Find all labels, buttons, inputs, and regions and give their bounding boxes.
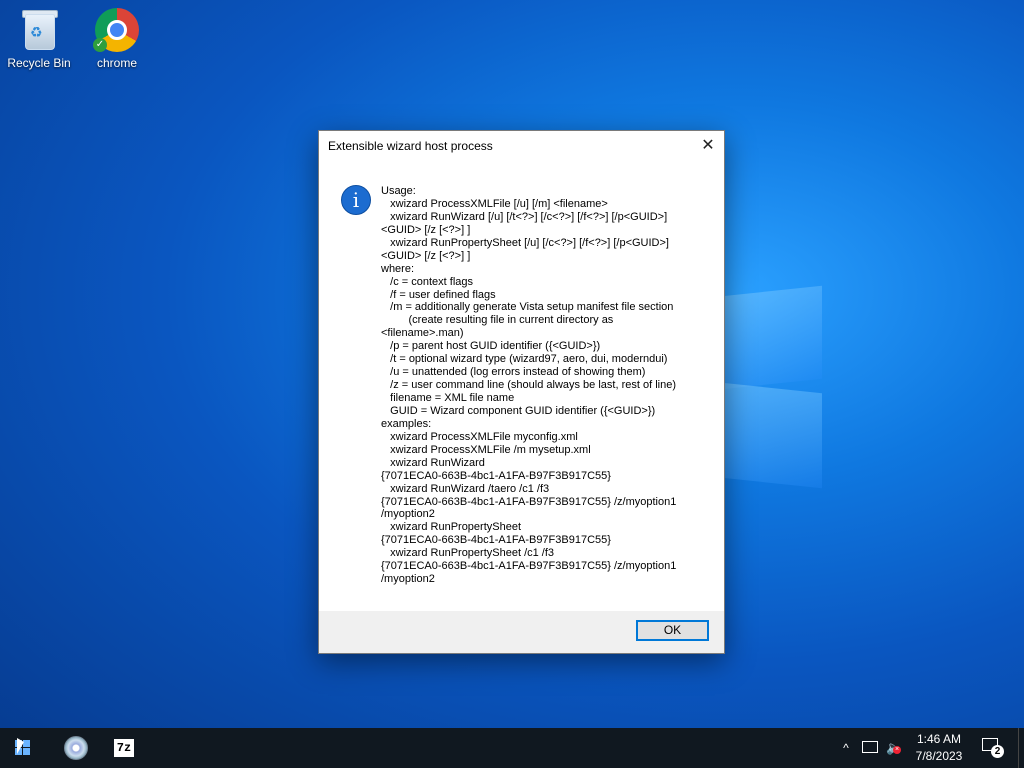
clock-date: 7/8/2023 (915, 749, 963, 763)
windows-logo-pane (722, 285, 822, 390)
message-line: xwizard RunWizard [/u] [/t<?>] [/c<?>] [… (381, 210, 668, 223)
desktop-icon-label: chrome (96, 56, 137, 70)
dialog-message: Usage: xwizard ProcessXMLFile [/u] [/m] … (381, 185, 711, 586)
clock-time: 1:46 AM (916, 732, 962, 746)
message-line: xwizard ProcessXMLFile [/u] [/m] <filena… (381, 197, 608, 210)
message-line: examples: (381, 417, 432, 430)
message-line: /u = unattended (log errors instead of s… (381, 366, 646, 379)
message-line: {7071ECA0-663B-4bc1-A1FA-B97F3B917C55} /… (381, 495, 677, 508)
desktop-icon-chrome[interactable]: ✓ chrome (79, 6, 155, 70)
message-line: /f = user defined flags (381, 288, 496, 301)
message-line: {7071ECA0-663B-4bc1-A1FA-B97F3B917C55} (381, 469, 611, 482)
message-line: {7071ECA0-663B-4bc1-A1FA-B97F3B917C55} /… (381, 560, 677, 573)
notification-count-badge: 2 (991, 745, 1004, 758)
ok-button[interactable]: OK (636, 620, 709, 641)
start-button[interactable] (0, 728, 46, 768)
message-line: /myoption2 (381, 508, 435, 521)
mouse-cursor-icon (17, 738, 24, 754)
recycle-bin-icon: ♻ (15, 6, 63, 54)
desktop-icon-recycle-bin[interactable]: ♻ Recycle Bin (1, 6, 77, 70)
message-line: Usage: (381, 185, 416, 197)
taskbar: 7z ^ 🔈 × 1:46 AM 7/8/2023 2 (0, 728, 1024, 768)
message-dialog: Extensible wizard host process ✕ i Usage… (318, 130, 725, 654)
message-line: xwizard RunWizard (381, 456, 485, 469)
dialog-footer: OK (319, 611, 724, 653)
message-line: {7071ECA0-663B-4bc1-A1FA-B97F3B917C55} (381, 534, 611, 547)
disc-app-icon (64, 736, 88, 760)
message-line: /c = context flags (381, 275, 474, 288)
message-line: xwizard RunPropertySheet (381, 521, 522, 534)
message-line: /t = optional wizard type (wizard97, aer… (381, 353, 668, 366)
dialog-title: Extensible wizard host process (328, 139, 493, 153)
info-icon: i (341, 185, 371, 215)
7zip-icon: 7z (114, 739, 134, 757)
message-line: xwizard RunPropertySheet /c1 /f3 (381, 547, 555, 560)
desktop-icon-label: Recycle Bin (7, 56, 71, 70)
message-line: xwizard RunPropertySheet [/u] [/c<?>] [/… (381, 236, 669, 249)
message-line: /p = parent host GUID identifier ({<GUID… (381, 340, 601, 353)
taskbar-app-disc[interactable] (50, 728, 96, 768)
show-desktop-button[interactable] (1018, 728, 1024, 768)
message-line: xwizard ProcessXMLFile /m mysetup.xml (381, 443, 591, 456)
message-line: filename = XML file name (381, 392, 515, 404)
chrome-icon: ✓ (93, 6, 141, 54)
message-line: where: (381, 262, 415, 275)
message-line: GUID = Wizard component GUID identifier … (381, 404, 656, 417)
taskbar-app-7zip[interactable]: 7z (100, 728, 146, 768)
windows-logo-pane (722, 382, 822, 489)
show-hidden-icons-chevron-icon[interactable]: ^ (838, 728, 854, 768)
message-line: <GUID> [/z [<?>] ] (381, 223, 471, 236)
message-line: /z = user command line (should always be… (381, 379, 676, 392)
message-line: xwizard ProcessXMLFile myconfig.xml (381, 430, 578, 443)
taskbar-clock[interactable]: 1:46 AM 7/8/2023 (906, 731, 972, 765)
action-center-button[interactable]: 2 (982, 738, 1004, 758)
close-icon[interactable]: ✕ (692, 131, 724, 161)
network-icon[interactable] (862, 741, 878, 753)
message-line: <GUID> [/z [<?>] ] (381, 249, 471, 262)
message-line: <filename>.man) (381, 327, 464, 340)
message-line: xwizard RunWizard /taero /c1 /f3 (381, 482, 550, 495)
volume-muted-badge-icon: × (893, 746, 901, 754)
message-line: /myoption2 (381, 573, 435, 586)
message-line: /m = additionally generate Vista setup m… (381, 301, 674, 314)
message-line: (create resulting file in current direct… (381, 314, 614, 327)
